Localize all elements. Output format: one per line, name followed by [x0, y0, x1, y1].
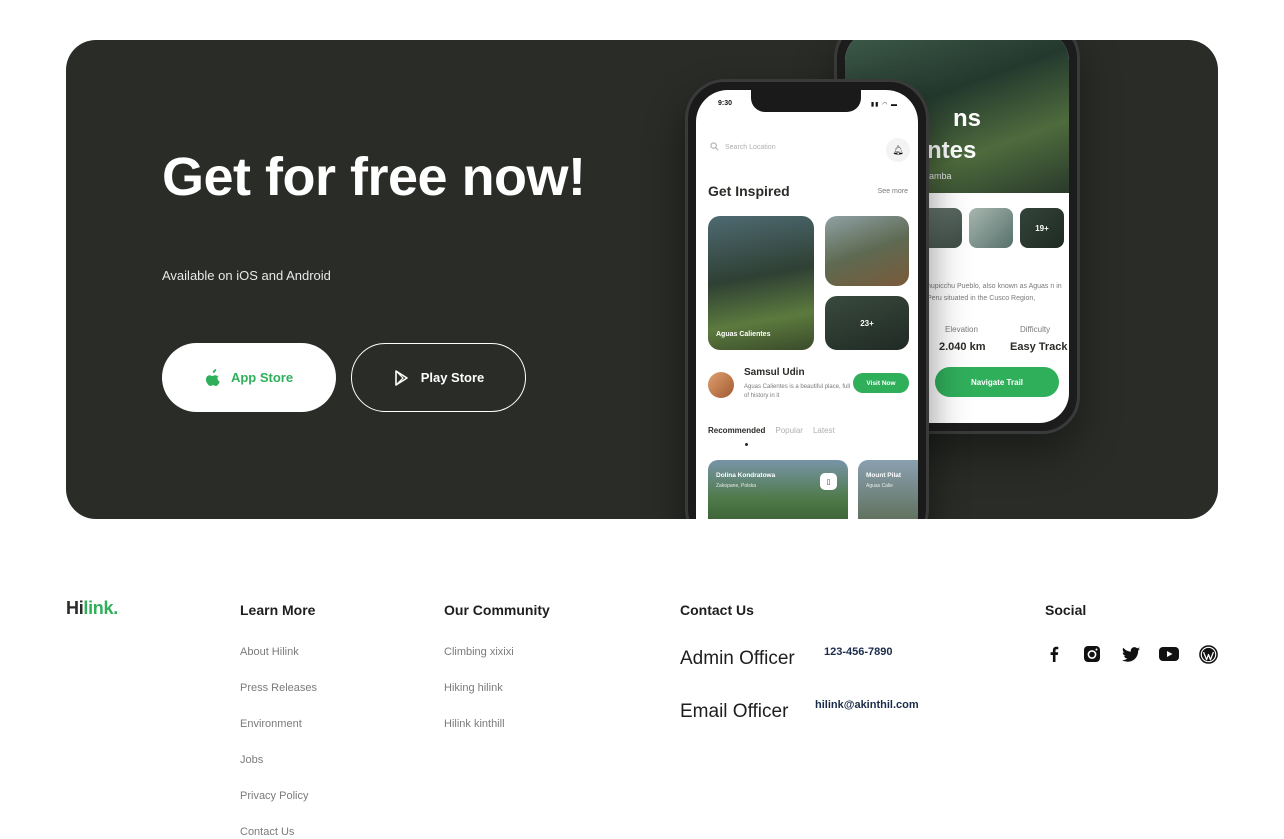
- destination-title-line1: ns: [953, 105, 982, 132]
- facebook-icon[interactable]: [1043, 643, 1065, 665]
- destination-description: hupicchu Pueblo, also known as Aguas n i…: [927, 283, 1062, 302]
- recommended-card-location: Zakopane, Polska: [716, 483, 757, 489]
- play-store-button[interactable]: Play Store: [351, 343, 526, 412]
- stat-label-elevation: Elevation: [945, 325, 978, 334]
- footer-link-hiking[interactable]: Hiking hilink: [444, 682, 503, 694]
- status-icons: ▮▮ ◠ ▬: [870, 102, 898, 108]
- wordpress-icon[interactable]: [1197, 643, 1219, 665]
- recommended-card-location: Aguas Calie: [866, 483, 893, 489]
- destination-title-line2: ntes: [927, 137, 977, 164]
- avatar: [708, 372, 734, 398]
- navigate-trail-button: Navigate Trail: [935, 367, 1059, 397]
- bookmark-icon: ▯: [820, 473, 837, 490]
- learn-more-heading: Learn More: [240, 602, 316, 618]
- contact-heading: Contact Us: [680, 602, 754, 618]
- download-banner: Get for free now! Available on iOS and A…: [66, 40, 1218, 519]
- stat-value-difficulty: Easy Track: [1010, 341, 1068, 353]
- featured-card-image: [825, 216, 909, 286]
- brand-logo[interactable]: Hilink.: [66, 598, 118, 619]
- phone-notch: [751, 90, 861, 112]
- footer-link-about[interactable]: About Hilink: [240, 646, 299, 658]
- apple-icon: [205, 368, 221, 387]
- visit-now-button: Visit Now: [853, 373, 909, 393]
- bell-icon: 🔔︎: [886, 138, 910, 162]
- twitter-icon[interactable]: [1120, 643, 1142, 665]
- featured-card-more: 23+: [825, 296, 909, 350]
- featured-card-image: [708, 216, 814, 350]
- app-store-label: App Store: [230, 370, 294, 385]
- logo-text-hi: Hi: [66, 598, 84, 618]
- destination-location: amba: [929, 171, 952, 181]
- tab-recommended: Recommended: [708, 426, 766, 435]
- email-officer-label: Email Officer: [680, 701, 789, 722]
- phone-home-screen: 9:30 ▮▮ ◠ ▬ Search Location 🔔︎ Get Inspi…: [696, 90, 918, 519]
- stat-label-difficulty: Difficulty: [1020, 325, 1051, 334]
- banner-subtitle: Available on iOS and Android: [162, 268, 331, 283]
- gallery-thumb-more: 19+: [1020, 208, 1064, 248]
- instagram-icon[interactable]: [1081, 643, 1103, 665]
- footer-link-jobs[interactable]: Jobs: [240, 754, 263, 766]
- app-section-heading: Get Inspired: [708, 183, 790, 199]
- recommended-card-title: Dolina Kondratowa: [716, 472, 776, 479]
- status-time: 9:30: [718, 100, 733, 107]
- recommended-card-title: Mount Pilat: [866, 472, 902, 479]
- profile-name: Samsul Udin: [744, 367, 805, 378]
- play-store-icon: [393, 369, 411, 387]
- tab-popular: Popular: [775, 426, 803, 435]
- email-link[interactable]: hilink@akinthil.com: [815, 699, 919, 711]
- app-search-bar: Search Location: [710, 142, 776, 153]
- tab-latest: Latest: [812, 426, 835, 435]
- active-tab-indicator: [745, 443, 748, 446]
- footer-link-press[interactable]: Press Releases: [240, 682, 317, 694]
- footer-link-environment[interactable]: Environment: [240, 718, 302, 730]
- phone-mockup-home: 9:30 ▮▮ ◠ ▬ Search Location 🔔︎ Get Inspi…: [685, 79, 929, 519]
- admin-officer-label: Admin Officer: [680, 648, 795, 669]
- gallery-thumb: [969, 208, 1013, 248]
- footer-link-privacy[interactable]: Privacy Policy: [240, 790, 308, 802]
- app-tabs: Recommended Popular Latest: [708, 426, 835, 435]
- stat-value-elevation: 2.040 km: [939, 341, 986, 353]
- social-heading: Social: [1045, 602, 1087, 618]
- featured-card-label: Aguas Calientes: [716, 331, 771, 338]
- recommended-card-image: [858, 460, 918, 519]
- see-more-link: See more: [877, 188, 908, 195]
- logo-text-link: link.: [83, 598, 118, 618]
- footer-link-climbing[interactable]: Climbing xixixi: [444, 646, 514, 658]
- footer-link-contact[interactable]: Contact Us: [240, 826, 294, 838]
- community-heading: Our Community: [444, 602, 550, 618]
- play-store-label: Play Store: [420, 370, 485, 385]
- search-icon: [710, 142, 719, 153]
- profile-description: Aguas Calientes is a beautiful place, fu…: [744, 384, 851, 399]
- admin-phone-link[interactable]: 123-456-7890: [824, 646, 893, 658]
- app-store-button[interactable]: App Store: [162, 343, 336, 412]
- search-placeholder: Search Location: [725, 144, 776, 151]
- banner-title: Get for free now!: [162, 147, 586, 207]
- footer-link-kinthill[interactable]: Hilink kinthill: [444, 718, 505, 730]
- youtube-icon[interactable]: [1158, 643, 1180, 665]
